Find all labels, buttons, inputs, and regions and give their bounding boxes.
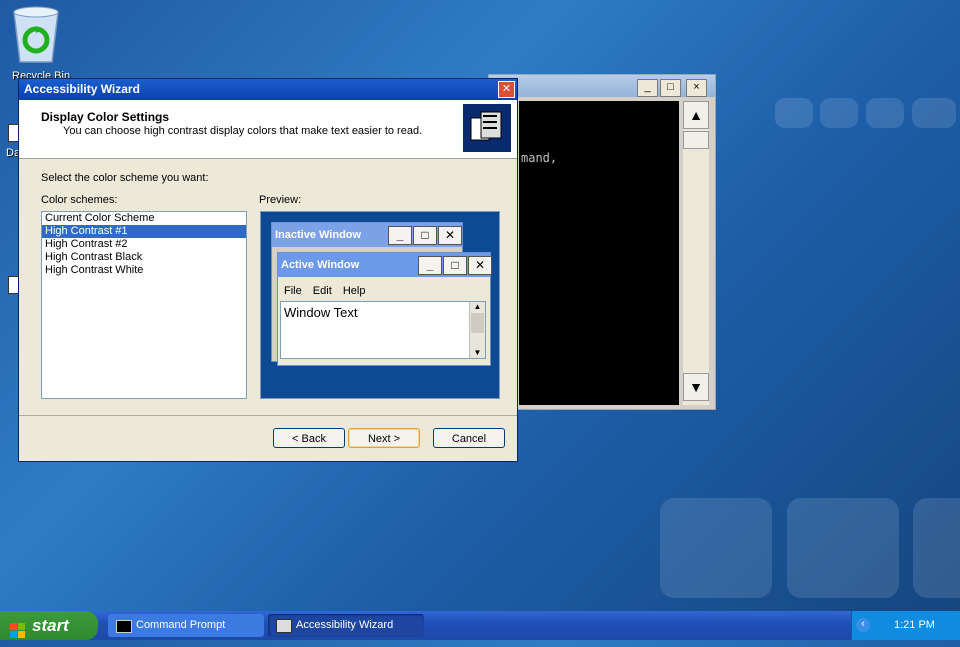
- up-arrow-icon: ▲: [689, 107, 703, 123]
- list-item-selected[interactable]: High Contrast #1: [42, 225, 246, 238]
- preview-window-text: Window Text: [284, 305, 358, 320]
- inactive-window-title: Inactive Window: [275, 229, 362, 241]
- taskbar-button-command-prompt[interactable]: Command Prompt: [108, 614, 264, 637]
- list-item[interactable]: High Contrast Black: [42, 251, 246, 264]
- cancel-button[interactable]: Cancel: [433, 428, 505, 448]
- desktop-tile: [775, 98, 813, 128]
- down-arrow-icon: ▼: [689, 379, 703, 395]
- preview-menu-bar: File Edit Help: [278, 277, 490, 299]
- color-preview: Inactive Window _ □ ✕ Active Window _ □ …: [260, 211, 500, 399]
- desktop-tile: [866, 98, 904, 128]
- system-tray: ‹ 1:21 PM: [851, 611, 960, 640]
- taskbar-label: Accessibility Wizard: [296, 619, 394, 631]
- close-icon: ✕: [501, 83, 512, 95]
- scroll-thumb[interactable]: [683, 131, 709, 149]
- clock[interactable]: 1:21 PM: [894, 619, 935, 631]
- desktop-tile: [660, 498, 772, 598]
- wizard-header: Display Color Settings You can choose hi…: [19, 100, 517, 159]
- console-output[interactable]: mand,: [519, 101, 679, 405]
- next-button[interactable]: Next >: [348, 428, 420, 448]
- scheme-prompt: Select the color scheme you want:: [41, 172, 209, 184]
- wizard-titlebar[interactable]: Accessibility Wizard ✕: [19, 79, 517, 100]
- color-schemes-label: Color schemes:: [41, 194, 118, 206]
- active-titlebar: Active Window _ □ ✕: [278, 253, 492, 277]
- preview-menu-file: File: [284, 285, 302, 297]
- preview-menu-edit: Edit: [312, 285, 332, 297]
- active-window-title: Active Window: [281, 259, 360, 271]
- command-prompt-window[interactable]: _ □ × mand, ▲ ▼: [488, 74, 716, 410]
- list-item[interactable]: High Contrast White: [42, 264, 246, 277]
- minimize-icon: _: [388, 226, 412, 245]
- separator: [19, 415, 517, 416]
- windows-logo-icon: [10, 618, 26, 638]
- console-text: mand,: [521, 151, 558, 165]
- maximize-button[interactable]: □: [660, 79, 681, 97]
- command-prompt-titlebar[interactable]: _ □ ×: [489, 75, 715, 97]
- accessibility-icon: [463, 104, 511, 152]
- back-button[interactable]: < Back: [273, 428, 345, 448]
- up-arrow-icon: ▲: [473, 302, 482, 311]
- inactive-titlebar: Inactive Window _ □ ✕: [272, 223, 462, 247]
- header-title: Display Color Settings: [41, 110, 170, 124]
- minimize-icon: _: [418, 256, 442, 275]
- minimize-button[interactable]: _: [637, 79, 658, 97]
- desktop-tile: [913, 498, 960, 598]
- preview-menu-help: Help: [342, 285, 366, 297]
- preview-scrollbar: ▲ ▼: [469, 302, 485, 358]
- taskbar: start Command Prompt Accessibility Wizar…: [0, 611, 960, 640]
- console-scrollbar[interactable]: ▲ ▼: [683, 101, 709, 405]
- preview-active-window: Active Window _ □ ✕ File Edit Help Windo…: [277, 252, 492, 366]
- down-arrow-icon: ▼: [473, 348, 482, 357]
- accessibility-wizard-dialog[interactable]: Accessibility Wizard ✕ Display Color Set…: [18, 78, 518, 462]
- preview-text-area: Window Text ▲ ▼: [280, 301, 486, 359]
- header-subtitle: You can choose high contrast display col…: [63, 125, 423, 137]
- desktop-tile: [787, 498, 899, 598]
- wizard-title: Accessibility Wizard: [24, 82, 140, 96]
- close-button[interactable]: ×: [686, 79, 707, 97]
- list-item[interactable]: High Contrast #2: [42, 238, 246, 251]
- chevron-left-icon[interactable]: ‹: [856, 618, 870, 632]
- start-button[interactable]: start: [0, 611, 98, 640]
- scroll-down-button[interactable]: ▼: [683, 373, 709, 401]
- list-item[interactable]: Current Color Scheme: [42, 212, 246, 225]
- taskbar-button-accessibility-wizard[interactable]: Accessibility Wizard: [268, 614, 424, 637]
- maximize-icon: □: [413, 226, 437, 245]
- recycle-bin-icon[interactable]: [8, 4, 64, 66]
- maximize-icon: □: [443, 256, 467, 275]
- scroll-thumb: [471, 313, 484, 333]
- preview-label: Preview:: [259, 194, 302, 206]
- scroll-up-button[interactable]: ▲: [683, 101, 709, 129]
- command-prompt-icon: [116, 620, 132, 633]
- desktop-tile: [820, 98, 858, 128]
- color-scheme-list[interactable]: Current Color Scheme High Contrast #1 Hi…: [41, 211, 247, 399]
- close-icon: ✕: [438, 226, 462, 245]
- close-button[interactable]: ✕: [498, 81, 515, 98]
- taskbar-label: Command Prompt: [136, 619, 226, 631]
- start-label: start: [32, 616, 69, 635]
- close-icon: ✕: [468, 256, 492, 275]
- wizard-icon: [276, 619, 292, 633]
- desktop-tile: [912, 98, 956, 128]
